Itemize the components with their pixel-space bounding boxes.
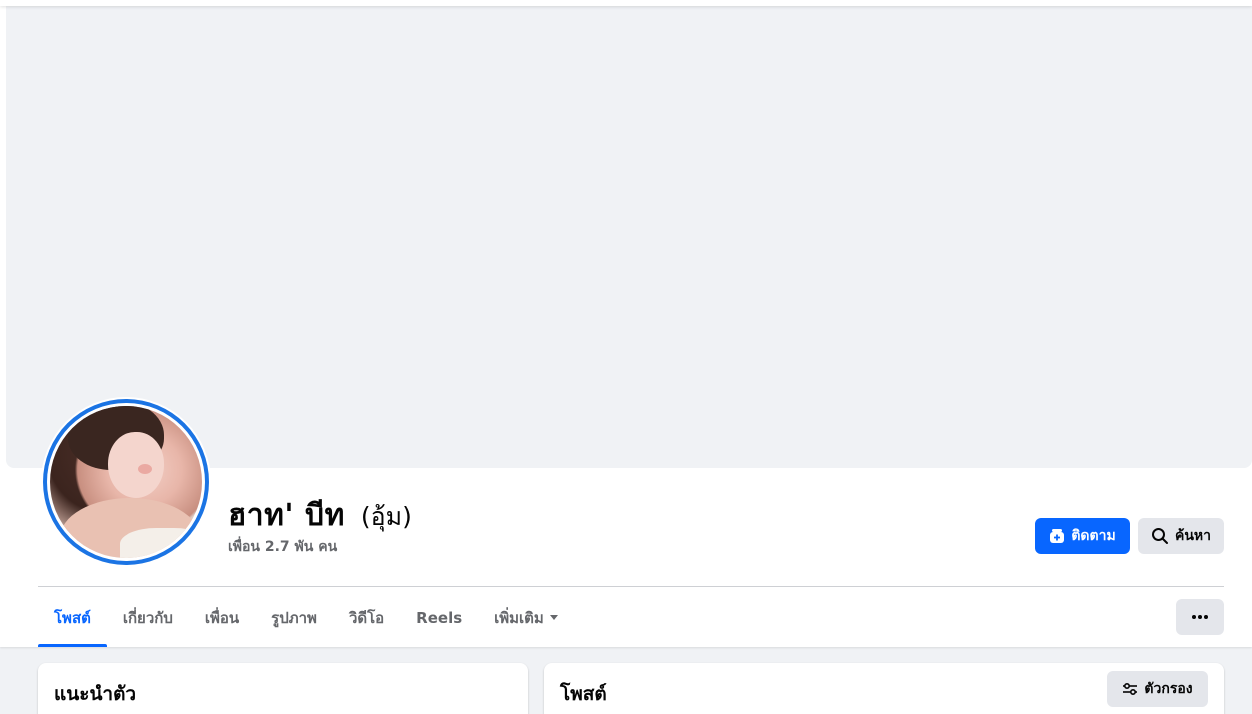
posts-card: โพสต์ ตัวกรอง [544,663,1224,714]
avatar-photo [50,406,202,558]
more-dots-icon [1192,615,1208,619]
tab-videos-label: วิดีโอ [348,608,385,627]
more-options-button[interactable] [1176,599,1224,635]
filter-sliders-icon [1122,681,1138,697]
avatar-photo-face [108,432,164,498]
tab-photos-label: รูปภาพ [271,608,317,627]
profile-avatar[interactable] [41,397,211,567]
filter-button[interactable]: ตัวกรอง [1107,671,1208,707]
tab-reels-label: Reels [416,608,463,627]
tab-reels[interactable]: Reels [400,588,478,647]
header-divider [38,586,1224,587]
tab-posts-label: โพสต์ [54,608,91,627]
posts-card-title: โพสต์ [560,683,607,705]
tab-videos[interactable]: วิดีโอ [333,588,400,647]
follow-button-label: ติดตาม [1071,528,1116,544]
follow-plus-icon [1049,528,1065,544]
tab-more[interactable]: เพิ่มเติม [478,588,574,647]
caret-down-icon [549,615,558,620]
tab-posts[interactable]: โพสต์ [38,588,107,647]
intro-card-title: แนะนำตัว [54,683,137,705]
top-bar-edge [0,0,1252,6]
filter-button-label: ตัวกรอง [1144,681,1193,697]
tab-photos[interactable]: รูปภาพ [255,588,333,647]
search-icon [1151,527,1169,545]
tab-more-label: เพิ่มเติม [494,608,544,627]
intro-card: แนะนำตัว [38,663,528,714]
search-button[interactable]: ค้นหา [1138,518,1224,554]
avatar-photo-cheek [138,464,152,474]
avatar-photo-dress [120,528,202,558]
search-button-label: ค้นหา [1174,528,1212,544]
friends-count[interactable]: เพื่อน 2.7 พัน คน [228,536,337,558]
cover-photo[interactable] [6,6,1252,468]
profile-tabs: โพสต์ เกี่ยวกับ เพื่อน รูปภาพ วิดีโอ Ree… [38,588,574,647]
follow-button[interactable]: ติดตาม [1035,518,1130,554]
profile-name-row: ฮาท' บีท (อุ้ม) [228,492,412,539]
profile-page: ฮาท' บีท (อุ้ม) เพื่อน 2.7 พัน คน ติดตาม… [0,0,1252,714]
tab-about[interactable]: เกี่ยวกับ [107,588,189,647]
profile-name: ฮาท' บีท [228,498,345,533]
tab-about-label: เกี่ยวกับ [122,608,173,627]
tab-friends-label: เพื่อน [204,608,240,627]
profile-alternate-name: (อุ้ม) [360,502,412,531]
tab-friends[interactable]: เพื่อน [189,588,255,647]
